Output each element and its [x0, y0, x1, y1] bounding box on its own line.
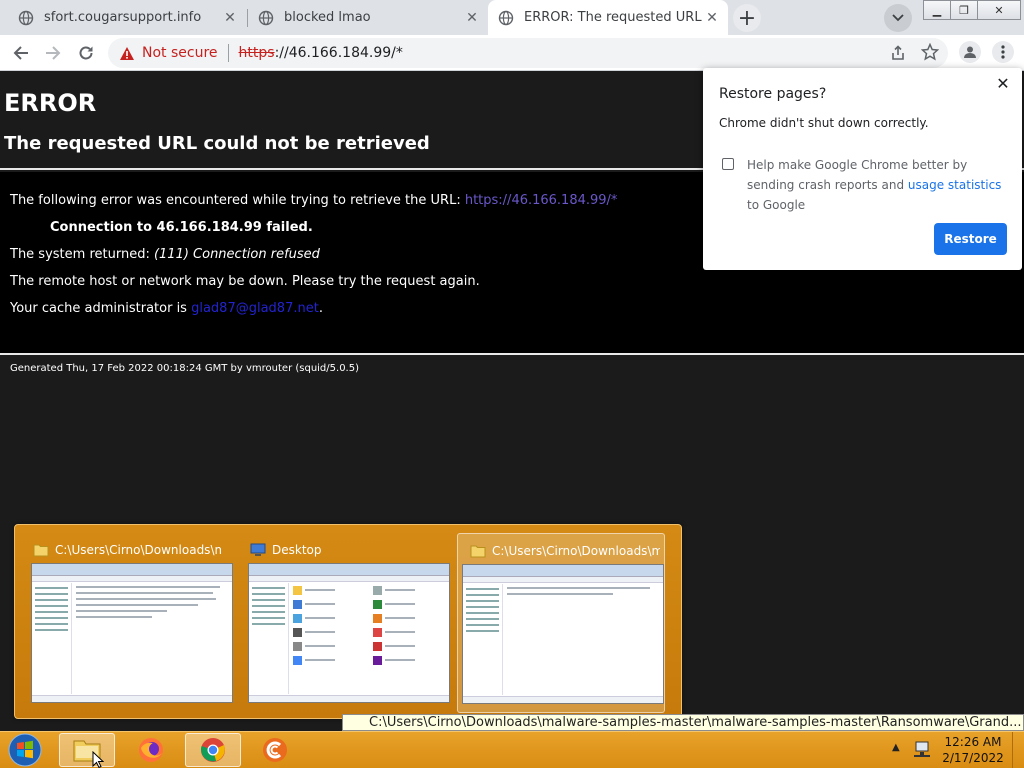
close-tab-icon[interactable]: ✕ — [220, 8, 240, 28]
thumbnail-title-text: C:\Users\Cirno\Downloads\mal... — [55, 543, 221, 557]
start-button[interactable] — [5, 733, 45, 767]
close-window-button[interactable]: ✕ — [977, 0, 1021, 20]
minimize-icon: ▁ — [932, 3, 942, 17]
remote-down-text: The remote host or network may be down. … — [10, 274, 480, 289]
system-returned-prefix: The system returned: — [10, 247, 154, 262]
firefox-icon — [139, 738, 163, 762]
clock-time: 12:26 AM — [944, 735, 1002, 749]
restore-button[interactable]: Restore — [934, 223, 1007, 255]
tab-error[interactable]: ERROR: The requested URL could not be re… — [488, 0, 728, 35]
network-icon[interactable] — [912, 740, 934, 760]
system-clock[interactable]: 12:26 AM 2/17/2022 — [938, 734, 1008, 766]
chrome-icon — [201, 738, 225, 762]
warning-icon[interactable] — [118, 44, 136, 62]
folder-icon — [33, 544, 49, 557]
divider-bottom — [0, 353, 1024, 355]
system-returned-line: The system returned: (111) Connection re… — [10, 247, 320, 262]
restore-pages-dialog: Restore pages? ✕ Chrome didn't shut down… — [703, 68, 1022, 270]
windows-taskbar: ▲ 12:26 AM 2/17/2022 — [0, 731, 1024, 768]
globe-icon — [258, 10, 274, 25]
show-desktop-button[interactable] — [1012, 732, 1024, 768]
star-icon[interactable] — [920, 42, 940, 62]
clock-date: 2/17/2022 — [942, 751, 1004, 765]
thumbnail-title: C:\Users\Cirno\Downloads\mal... — [33, 541, 221, 559]
explorer-taskbar-button[interactable] — [59, 733, 115, 767]
tab-title: blocked lmao — [284, 10, 371, 25]
maximize-button[interactable]: ❐ — [950, 0, 978, 20]
not-secure-label[interactable]: Not secure — [142, 45, 218, 61]
thumbnail-desktop[interactable]: Desktop — [234, 533, 450, 713]
page-subtitle: The requested URL could not be retrieved — [4, 133, 430, 154]
tab-strip: sfort.cougarsupport.info ✕ blocked lmao … — [0, 0, 1024, 35]
url-rest: ://46.166.184.99/* — [274, 45, 403, 61]
crash-report-checkbox[interactable] — [722, 158, 734, 170]
mouse-cursor-icon — [92, 751, 104, 768]
close-icon[interactable]: ✕ — [994, 74, 1012, 93]
share-icon[interactable] — [888, 43, 908, 63]
profile-icon[interactable] — [959, 41, 981, 63]
globe-icon — [498, 10, 514, 25]
show-hidden-icons-icon[interactable]: ▲ — [892, 742, 900, 753]
tab-sfort[interactable]: sfort.cougarsupport.info ✕ — [0, 0, 246, 35]
forward-button[interactable] — [39, 39, 67, 67]
ccleaner-icon — [263, 738, 287, 762]
thumbnail-title-text: C:\Users\Cirno\Downloads\mal... — [492, 544, 660, 558]
tab-blocked[interactable]: blocked lmao ✕ — [248, 0, 488, 35]
cache-admin-email-link[interactable]: glad87@glad87.net — [191, 301, 319, 316]
checkbox-text-suffix: to Google — [747, 198, 806, 212]
tab-search-button[interactable] — [884, 4, 912, 32]
thumbnail-explorer-2[interactable]: C:\Users\Cirno\Downloads\mal... — [457, 533, 665, 713]
firefox-taskbar-button[interactable] — [123, 733, 179, 767]
close-icon: ✕ — [994, 3, 1004, 17]
thumbnail-preview — [462, 564, 664, 704]
system-returned-value: (111) Connection refused — [153, 247, 320, 262]
thumbnail-title: Desktop — [250, 541, 438, 559]
page-title: ERROR — [4, 89, 97, 117]
windows-logo-icon — [8, 733, 42, 767]
restore-window-icon: ❐ — [959, 3, 969, 17]
folder-icon — [470, 545, 486, 558]
omnibox-divider — [227, 44, 229, 62]
back-button[interactable] — [7, 39, 35, 67]
plus-icon: + — [737, 5, 757, 31]
thumbnail-preview — [31, 563, 233, 703]
reload-icon — [79, 46, 93, 60]
reload-button[interactable] — [72, 39, 100, 67]
error-url-link[interactable]: https://46.166.184.99/* — [465, 193, 618, 208]
ccleaner-taskbar-button[interactable] — [247, 733, 303, 767]
usage-statistics-link[interactable]: usage statistics — [908, 178, 1002, 192]
dialog-title: Restore pages? — [719, 86, 827, 102]
chrome-taskbar-button[interactable] — [185, 733, 241, 767]
new-tab-button[interactable]: + — [733, 4, 761, 32]
thumbnail-title: C:\Users\Cirno\Downloads\mal... — [470, 542, 660, 560]
back-icon — [13, 46, 28, 60]
forward-icon — [46, 46, 61, 60]
dialog-message: Chrome didn't shut down correctly. — [719, 116, 929, 130]
thumbnail-title-text: Desktop — [272, 543, 322, 557]
connection-failed-text: Connection to 46.166.184.99 failed. — [50, 220, 313, 235]
menu-icon[interactable] — [992, 41, 1014, 63]
browser-toolbar: Not secure https://46.166.184.99/* — [0, 35, 1024, 71]
thumbnail-explorer-1[interactable]: C:\Users\Cirno\Downloads\mal... — [17, 533, 233, 713]
tab-title: ERROR: The requested URL could not be re… — [524, 10, 702, 25]
path-tooltip: C:\Users\Cirno\Downloads\malware-samples… — [342, 714, 1024, 731]
crash-report-label: Help make Google Chrome better by sendin… — [747, 155, 1007, 215]
minimize-button[interactable]: ▁ — [923, 0, 951, 20]
cache-admin-line: Your cache administrator is glad87@glad8… — [10, 301, 323, 316]
globe-icon — [18, 10, 34, 25]
error-url-line: The following error was encountered whil… — [10, 193, 617, 208]
address-bar[interactable]: Not secure https://46.166.184.99/* — [108, 38, 948, 68]
close-tab-icon[interactable]: ✕ — [462, 8, 482, 28]
close-tab-icon[interactable]: ✕ — [702, 8, 722, 28]
taskbar-thumbnail-popup: C:\Users\Cirno\Downloads\mal... Desktop — [14, 524, 682, 719]
thumbnail-preview — [248, 563, 450, 703]
cache-admin-prefix: Your cache administrator is — [10, 301, 192, 316]
generated-footer: Generated Thu, 17 Feb 2022 00:18:24 GMT … — [10, 363, 359, 374]
cache-admin-suffix: . — [318, 301, 323, 316]
error-url-prefix: The following error was encountered whil… — [10, 193, 465, 208]
tab-title: sfort.cougarsupport.info — [44, 10, 202, 25]
desktop-icon — [250, 543, 266, 556]
url-scheme: https — [238, 45, 275, 61]
chevron-down-icon — [892, 14, 904, 22]
